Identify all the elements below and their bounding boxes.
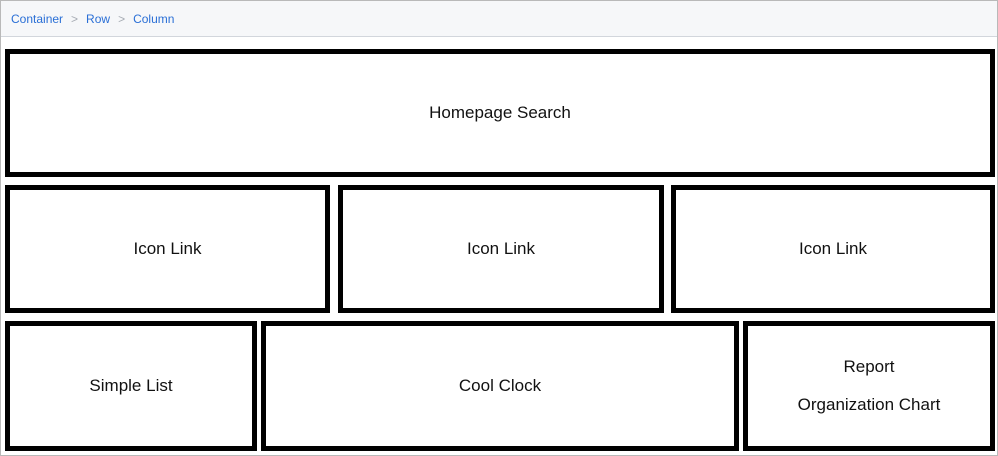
breadcrumb-separator: > (118, 11, 126, 26)
breadcrumb-row[interactable]: Row (86, 12, 110, 26)
portlet-label: Icon Link (133, 239, 202, 258)
simple-list-portlet[interactable]: Simple List (5, 321, 257, 451)
icon-link-portlet-3[interactable]: Icon Link (671, 185, 995, 313)
layout-canvas: Homepage Search Icon Link Icon Link Icon… (1, 37, 997, 455)
cool-clock-portlet[interactable]: Cool Clock (261, 321, 739, 451)
portlet-label: Icon Link (798, 239, 868, 258)
portlet-label: Homepage Search (429, 103, 571, 122)
portlet-label: Report (843, 357, 895, 376)
portlet-label: Simple List (89, 376, 173, 395)
breadcrumb-container[interactable]: Container (11, 12, 63, 26)
portlet-label: Cool Clock (458, 376, 542, 395)
portlet-sublabel: Organization Chart (797, 395, 941, 414)
page-frame: Container > Row > Column Homepage Search… (0, 0, 998, 456)
portlet-label: Icon Link (466, 239, 536, 258)
breadcrumb-separator: > (71, 11, 79, 26)
icon-link-portlet-2[interactable]: Icon Link (338, 185, 664, 313)
icon-link-portlet-1[interactable]: Icon Link (5, 185, 330, 313)
breadcrumb-column[interactable]: Column (133, 12, 174, 26)
report-portlet[interactable]: Report Organization Chart (743, 321, 995, 451)
breadcrumb: Container > Row > Column (1, 1, 997, 37)
homepage-search-portlet[interactable]: Homepage Search (5, 49, 995, 177)
